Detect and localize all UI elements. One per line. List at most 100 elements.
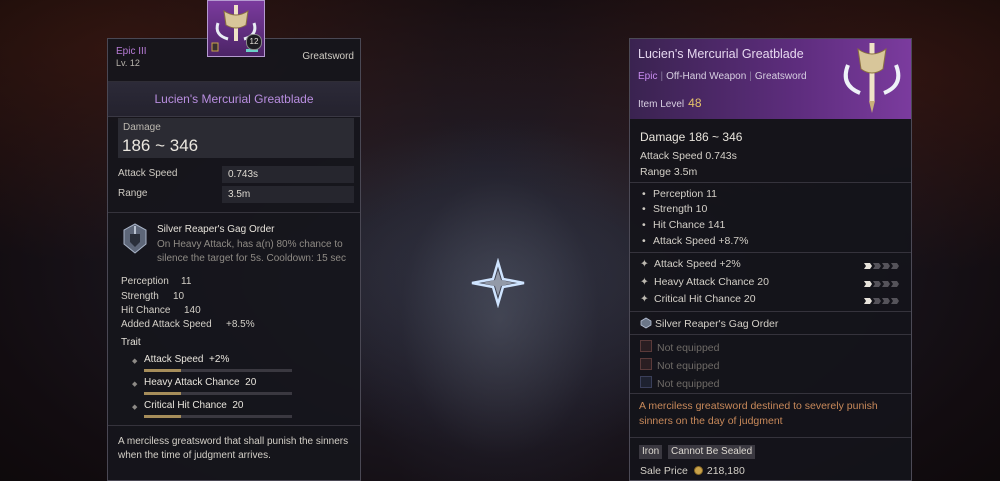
sparkle-icon: ✦ [640, 258, 649, 270]
trait-critical-hit-chance[interactable]: ◆ Critical Hit Chance 20 [132, 400, 292, 422]
stat-added-attack-speed: Added Attack Speed +8.5% [121, 319, 255, 330]
sale-price-value: 218,180 [706, 465, 745, 477]
stat-bullet: • Hit Chance 141 [642, 219, 726, 231]
trait-label: Heavy Attack Chance 20 [144, 377, 257, 388]
pip-icon [891, 263, 899, 269]
slot-type-label: Off-Hand Weapon [666, 71, 747, 82]
stat-value: +8.5% [226, 319, 255, 330]
skill-description: On Heavy Attack, has a(n) 80% chance to … [157, 239, 346, 264]
divider [630, 311, 911, 312]
trait-level-pips [863, 295, 899, 307]
trait-level-pips [863, 260, 899, 272]
sparkle-icon: ✦ [640, 276, 649, 288]
trait-progress-bar [144, 392, 292, 395]
item-level: Item Level 48 [638, 96, 702, 110]
stat-label: Added Attack Speed [121, 319, 212, 330]
helmet-set-icon [640, 317, 652, 329]
range-line: Range 3.5m [640, 166, 698, 178]
stat-label: Range [118, 188, 148, 199]
stat-hit-chance: Hit Chance 140 [121, 305, 201, 316]
item-lore: A merciless greatsword destined to sever… [639, 400, 878, 427]
pip-icon [873, 263, 881, 269]
coin-icon [693, 466, 703, 475]
material-tag: Iron [639, 445, 663, 459]
pip-icon [882, 298, 890, 304]
pip-icon [891, 281, 899, 287]
damage-label: Damage [123, 122, 161, 133]
rarity-label: Epic [638, 71, 658, 82]
trait-row[interactable]: ✦ Heavy Attack Chance 20 [640, 276, 905, 288]
pip-icon [864, 263, 872, 269]
tooltip-header: Lucien's Mercurial Greatblade Epic | Off-H… [630, 39, 911, 119]
stat-value: 11 [181, 276, 192, 287]
stat-label: Strength [121, 291, 159, 302]
sale-price: Sale Price 218,180 [640, 465, 745, 477]
pip-icon [882, 263, 890, 269]
stat-row-range: Range 3.5m [118, 186, 354, 203]
helmet-skill-icon [123, 223, 147, 254]
stat-strength: Strength 10 [121, 291, 184, 302]
empty-slot-icon [640, 358, 652, 370]
pip-icon [891, 298, 899, 304]
greatsword-icon [843, 43, 901, 113]
stat-label: Perception [121, 276, 169, 287]
trait-row[interactable]: ✦ Attack Speed +2% [640, 258, 905, 270]
trait-attack-speed[interactable]: ◆ Attack Speed +2% [132, 354, 292, 376]
trait-progress-fill [144, 369, 181, 372]
stat-bullet: • Strength 10 [642, 203, 708, 215]
item-title: Lucien's Mercurial Greatblade [638, 47, 804, 61]
diamond-bullet-icon: ◆ [132, 404, 138, 411]
pip-icon [873, 298, 881, 304]
stat-value: 0.743s [222, 166, 354, 183]
pip-icon [864, 281, 872, 287]
trait-progress-bar [144, 369, 292, 372]
trait-progress-bar [144, 415, 292, 418]
trait-progress-fill [144, 415, 181, 418]
stat-bullet: • Attack Speed +8.7% [642, 235, 749, 247]
item-level-value: 48 [688, 96, 702, 110]
trait-progress-fill [144, 392, 181, 395]
empty-slot[interactable]: Not equipped [640, 358, 719, 372]
stat-value: 10 [173, 291, 185, 302]
trait-heading: Trait [121, 337, 141, 348]
sparkle-icon: ✦ [640, 293, 649, 305]
divider [108, 425, 360, 426]
divider [108, 212, 360, 213]
seal-tag: Cannot Be Sealed [668, 445, 756, 459]
stat-perception: Perception 11 [121, 276, 191, 287]
divider [630, 252, 911, 253]
stat-bullet: • Perception 11 [642, 188, 718, 200]
item-tooltip-right: Lucien's Mercurial Greatblade Epic | Off-H… [629, 38, 912, 481]
empty-slot-icon [640, 376, 652, 388]
divider [630, 182, 911, 183]
divider [630, 334, 911, 335]
trait-row[interactable]: ✦ Critical Hit Chance 20 [640, 293, 905, 305]
four-point-star-icon [471, 258, 525, 308]
stat-row-attack-speed: Attack Speed 0.743s [118, 166, 354, 183]
item-tags: Epic | Off-Hand Weapon | Greatsword [638, 71, 807, 82]
stat-label: Attack Speed [118, 168, 178, 179]
skill-name: Silver Reaper's Gag Order [157, 224, 275, 235]
item-level-badge: 12 [246, 34, 262, 50]
trait-level-pips [863, 278, 899, 290]
divider [630, 437, 911, 438]
attack-speed-line: Attack Speed 0.743s [640, 150, 737, 162]
trait-label: Attack Speed +2% [144, 354, 230, 365]
stat-label: Hit Chance [121, 305, 171, 316]
diamond-bullet-icon: ◆ [132, 358, 138, 365]
trait-label: Critical Hit Chance 20 [144, 400, 244, 411]
empty-slot-icon [640, 340, 652, 352]
item-thumbnail[interactable]: 12 [207, 0, 265, 57]
damage-value: 186 ~ 346 [122, 136, 199, 155]
divider [630, 393, 911, 394]
pip-icon [873, 281, 881, 287]
empty-slot[interactable]: Not equipped [640, 340, 719, 354]
rarity-label: Epic III [116, 46, 147, 57]
damage-box: Damage 186 ~ 346 [118, 118, 354, 158]
empty-slot[interactable]: Not equipped [640, 376, 719, 390]
trait-heavy-attack-chance[interactable]: ◆ Heavy Attack Chance 20 [132, 377, 292, 399]
item-title: Lucien's Mercurial Greatblade [108, 82, 360, 117]
set-effect[interactable]: Silver Reaper's Gag Order [640, 317, 778, 330]
set-name: Silver Reaper's Gag Order [655, 318, 779, 330]
damage-line: Damage 186 ~ 346 [640, 130, 743, 144]
